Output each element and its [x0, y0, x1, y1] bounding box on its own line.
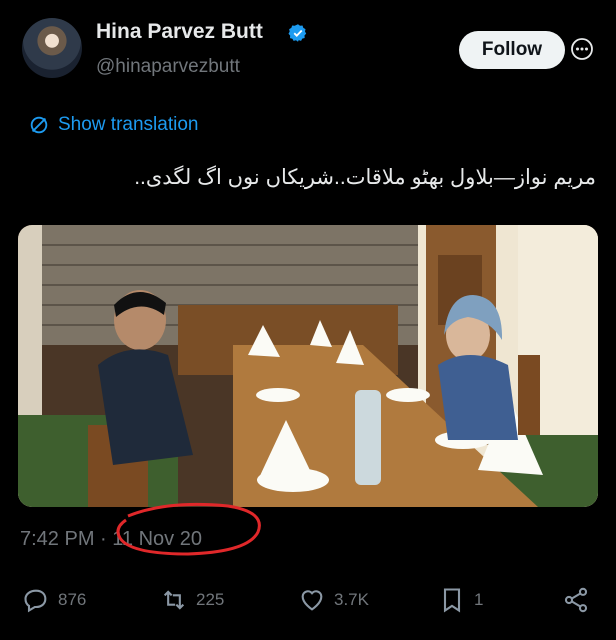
retweet-count: 225	[196, 590, 225, 609]
tweet-photo[interactable]	[18, 225, 598, 507]
avatar[interactable]	[22, 18, 82, 78]
reply-icon	[24, 589, 47, 613]
author-name[interactable]: Hina Parvez Butt	[96, 20, 263, 44]
tweet-actions: 876 225 3.7K 1	[0, 580, 616, 624]
timestamp-separator: ·	[100, 528, 107, 550]
share-button[interactable]	[562, 586, 590, 614]
follow-button[interactable]: Follow	[459, 31, 565, 69]
author-handle[interactable]: @hinaparvezbutt	[96, 56, 240, 78]
show-translation-link[interactable]: Show translation	[28, 114, 198, 136]
heart-icon	[301, 590, 323, 611]
bookmark-button[interactable]: 1	[438, 586, 483, 614]
dinner-meeting-image	[18, 225, 598, 507]
reply-button[interactable]: 876	[22, 586, 86, 614]
like-button[interactable]: 3.7K	[298, 586, 369, 614]
tweet-text: مریم نواز—بلاول بھٹو ملاقات..شریکاں نوں …	[134, 166, 596, 189]
verified-badge-icon	[288, 24, 307, 42]
reply-count: 876	[58, 590, 87, 609]
share-icon	[564, 587, 588, 613]
bookmark-count: 1	[474, 590, 484, 609]
retweet-icon	[163, 590, 185, 610]
translate-icon	[30, 116, 48, 134]
tweet-time: 7:42 PM	[20, 528, 95, 550]
like-count: 3.7K	[334, 590, 369, 609]
red-circle-annotation	[116, 502, 261, 556]
retweet-button[interactable]: 225	[160, 586, 224, 614]
more-options-icon[interactable]	[570, 37, 594, 61]
show-translation-label: Show translation	[58, 114, 199, 135]
bookmark-icon	[443, 588, 461, 613]
